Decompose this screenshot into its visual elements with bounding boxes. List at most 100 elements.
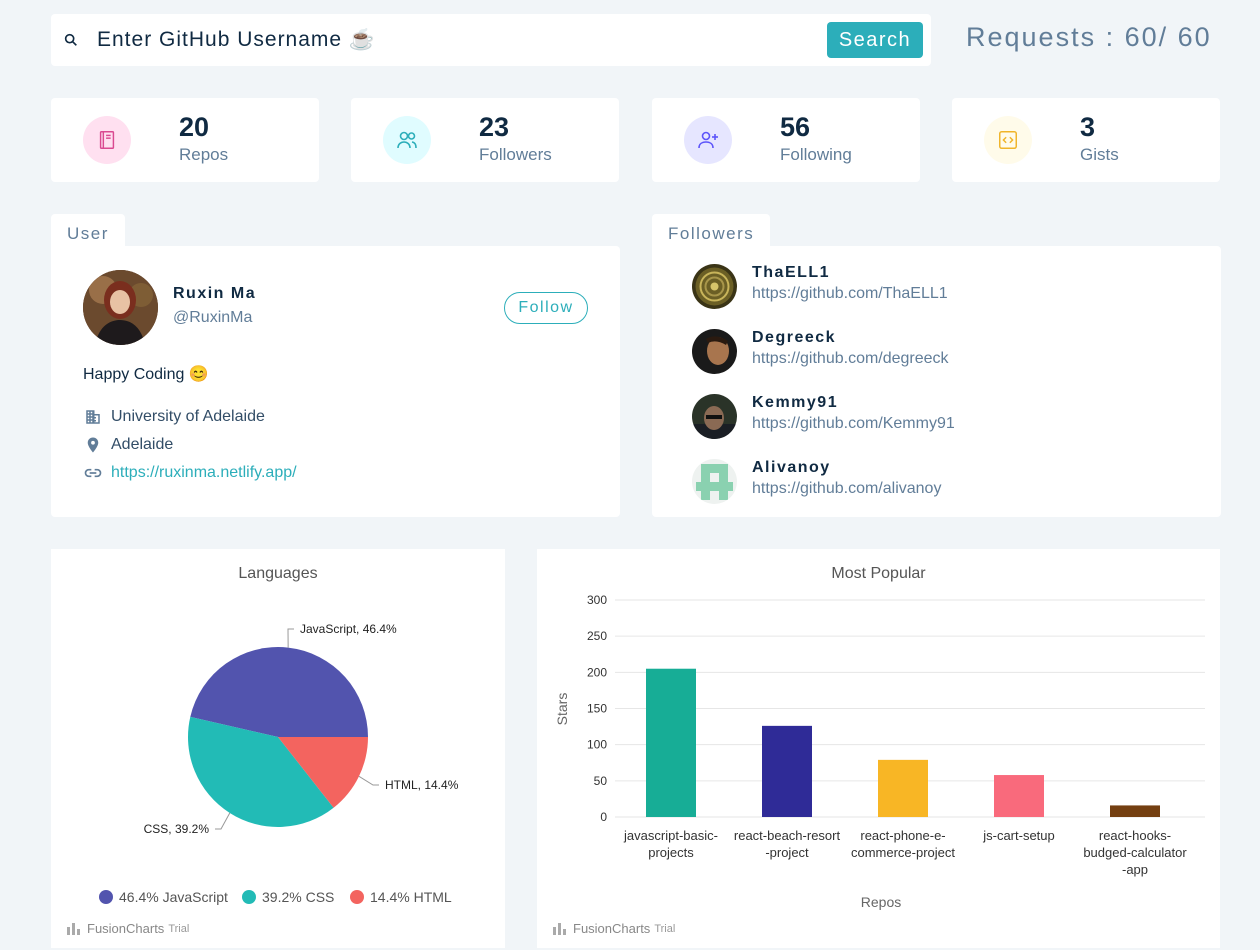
stat-card-followers: 23 Followers: [351, 98, 619, 182]
follow-button[interactable]: Follow: [504, 292, 588, 324]
follower-login: ThaELL1: [752, 264, 831, 281]
x-tick-label: react-hooks-: [1099, 828, 1171, 843]
book-icon: [83, 116, 131, 164]
languages-pie-chart: JavaScript, 46.4% CSS, 39.2% HTML, 14.4% 46…: [99, 622, 459, 905]
search-input[interactable]: [97, 24, 857, 56]
followers-count: 23: [479, 112, 510, 142]
legend-label[interactable]: 39.2% CSS: [262, 889, 334, 905]
x-axis-title: Repos: [861, 894, 901, 910]
legend-label[interactable]: 14.4% HTML: [370, 889, 452, 905]
legend-label[interactable]: 46.4% JavaScript: [119, 889, 228, 905]
user-location: Adelaide: [83, 435, 173, 455]
requests-counter: Requests : 60/ 60: [966, 22, 1212, 52]
stat-card-repos: 20 Repos: [51, 98, 319, 182]
pie-callout-label: CSS, 39.2%: [144, 822, 210, 836]
fusioncharts-name: FusionCharts: [573, 921, 651, 936]
x-tick-label: js-cart-setup: [982, 828, 1055, 843]
y-tick-label: 200: [587, 665, 607, 679]
search-icon: [64, 33, 77, 46]
users-icon: [383, 116, 431, 164]
user-company: University of Adelaide: [83, 407, 265, 427]
bar[interactable]: [1110, 805, 1160, 817]
user-tab-label: User: [51, 214, 125, 248]
building-icon: [83, 407, 103, 427]
user-plus-icon: [684, 116, 732, 164]
y-tick-label: 100: [587, 738, 607, 752]
follower-item[interactable]: Degreeck https://github.com/degreeck: [692, 329, 1192, 375]
repos-label: Repos: [179, 145, 229, 164]
search-button[interactable]: Search: [827, 22, 923, 58]
following-label: Following: [780, 145, 852, 164]
stat-card-gists: 3 Gists: [952, 98, 1220, 182]
user-avatar: [83, 270, 158, 345]
stat-card-following: 56 Following: [652, 98, 920, 182]
follower-avatar: [692, 264, 737, 309]
fusioncharts-logo-icon: [67, 922, 80, 935]
x-tick-label: react-phone-e-: [860, 828, 945, 843]
fusioncharts-name: FusionCharts: [87, 921, 165, 936]
y-tick-label: 50: [594, 774, 608, 788]
y-tick-label: 300: [587, 593, 607, 607]
pie-callout-line: [215, 812, 231, 830]
bar[interactable]: [994, 775, 1044, 817]
follower-login: Kemmy91: [752, 394, 839, 411]
most-popular-chart-card: Most Popular 0 50 100 150 200 250 300 javascrip…: [537, 549, 1220, 948]
languages-chart-card: Languages JavaScript, 46.4% CSS, 39.2% HTM…: [51, 549, 505, 948]
location-text: Adelaide: [111, 436, 174, 453]
fusioncharts-branding: FusionCharts Trial: [553, 921, 675, 936]
user-handle: @RuxinMa: [173, 309, 253, 326]
fusioncharts-trial: Trial: [168, 922, 190, 935]
bar[interactable]: [762, 725, 812, 817]
x-tick-label: react-beach-resort: [734, 828, 841, 843]
follower-avatar: [692, 459, 737, 504]
bar[interactable]: [878, 759, 928, 817]
follower-login: Degreeck: [752, 329, 837, 346]
gists-label: Gists: [1080, 145, 1119, 164]
y-tick-label: 0: [600, 810, 607, 824]
follower-item[interactable]: ThaELL1 https://github.com/ThaELL1: [692, 264, 1192, 310]
y-tick-label: 150: [587, 702, 607, 716]
user-card: Ruxin Ma @RuxinMa Follow Happy Coding 😊 …: [51, 246, 620, 517]
code-icon: [984, 116, 1032, 164]
x-tick-label: budged-calculator: [1083, 845, 1187, 860]
follower-url[interactable]: https://github.com/ThaELL1: [752, 285, 948, 303]
x-tick-label: -app: [1122, 862, 1148, 877]
user-name: Ruxin Ma: [173, 285, 257, 302]
fusioncharts-branding: FusionCharts Trial: [67, 921, 189, 936]
blog-link[interactable]: https://ruxinma.netlify.app/: [111, 464, 297, 482]
followers-label: Followers: [479, 145, 552, 164]
follower-url[interactable]: https://github.com/degreeck: [752, 350, 949, 368]
search-bar: Search: [51, 14, 931, 66]
y-axis-title: Stars: [554, 693, 570, 726]
bar[interactable]: [646, 668, 696, 817]
link-icon: [83, 463, 103, 483]
x-tick-label: commerce-project: [851, 845, 955, 860]
location-pin-icon: [83, 435, 103, 455]
legend-marker: [350, 890, 364, 904]
follower-login: Alivanoy: [752, 459, 831, 476]
most-popular-bar-chart: 0 50 100 150 200 250 300 javascript-basic-proje…: [554, 593, 1205, 910]
legend-marker: [242, 890, 256, 904]
x-tick-label: javascript-basic-: [623, 828, 718, 843]
following-count: 56: [780, 112, 811, 142]
follower-url[interactable]: https://github.com/alivanoy: [752, 480, 941, 498]
fusioncharts-trial: Trial: [654, 922, 676, 935]
follower-avatar: [692, 394, 737, 439]
gists-count: 3: [1080, 112, 1096, 142]
pie-callout-label: HTML, 14.4%: [385, 778, 459, 792]
pie-callout-line: [287, 628, 294, 648]
follower-item[interactable]: Alivanoy https://github.com/alivanoy: [692, 459, 1192, 505]
company-text: University of Adelaide: [111, 408, 265, 425]
y-tick-label: 250: [587, 629, 607, 643]
followers-tab-label: Followers: [652, 214, 771, 248]
follower-url[interactable]: https://github.com/Kemmy91: [752, 415, 955, 433]
follower-item[interactable]: Kemmy91 https://github.com/Kemmy91: [692, 394, 1192, 440]
fusioncharts-logo-icon: [553, 922, 566, 935]
user-blog: https://ruxinma.netlify.app/: [83, 463, 297, 483]
x-tick-label: -project: [765, 845, 809, 860]
legend-marker: [99, 890, 113, 904]
pie-callout-line: [358, 775, 379, 786]
repos-count: 20: [179, 112, 210, 142]
x-tick-label: projects: [648, 845, 694, 860]
followers-card: ThaELL1 https://github.com/ThaELL1 Degre…: [652, 246, 1221, 517]
